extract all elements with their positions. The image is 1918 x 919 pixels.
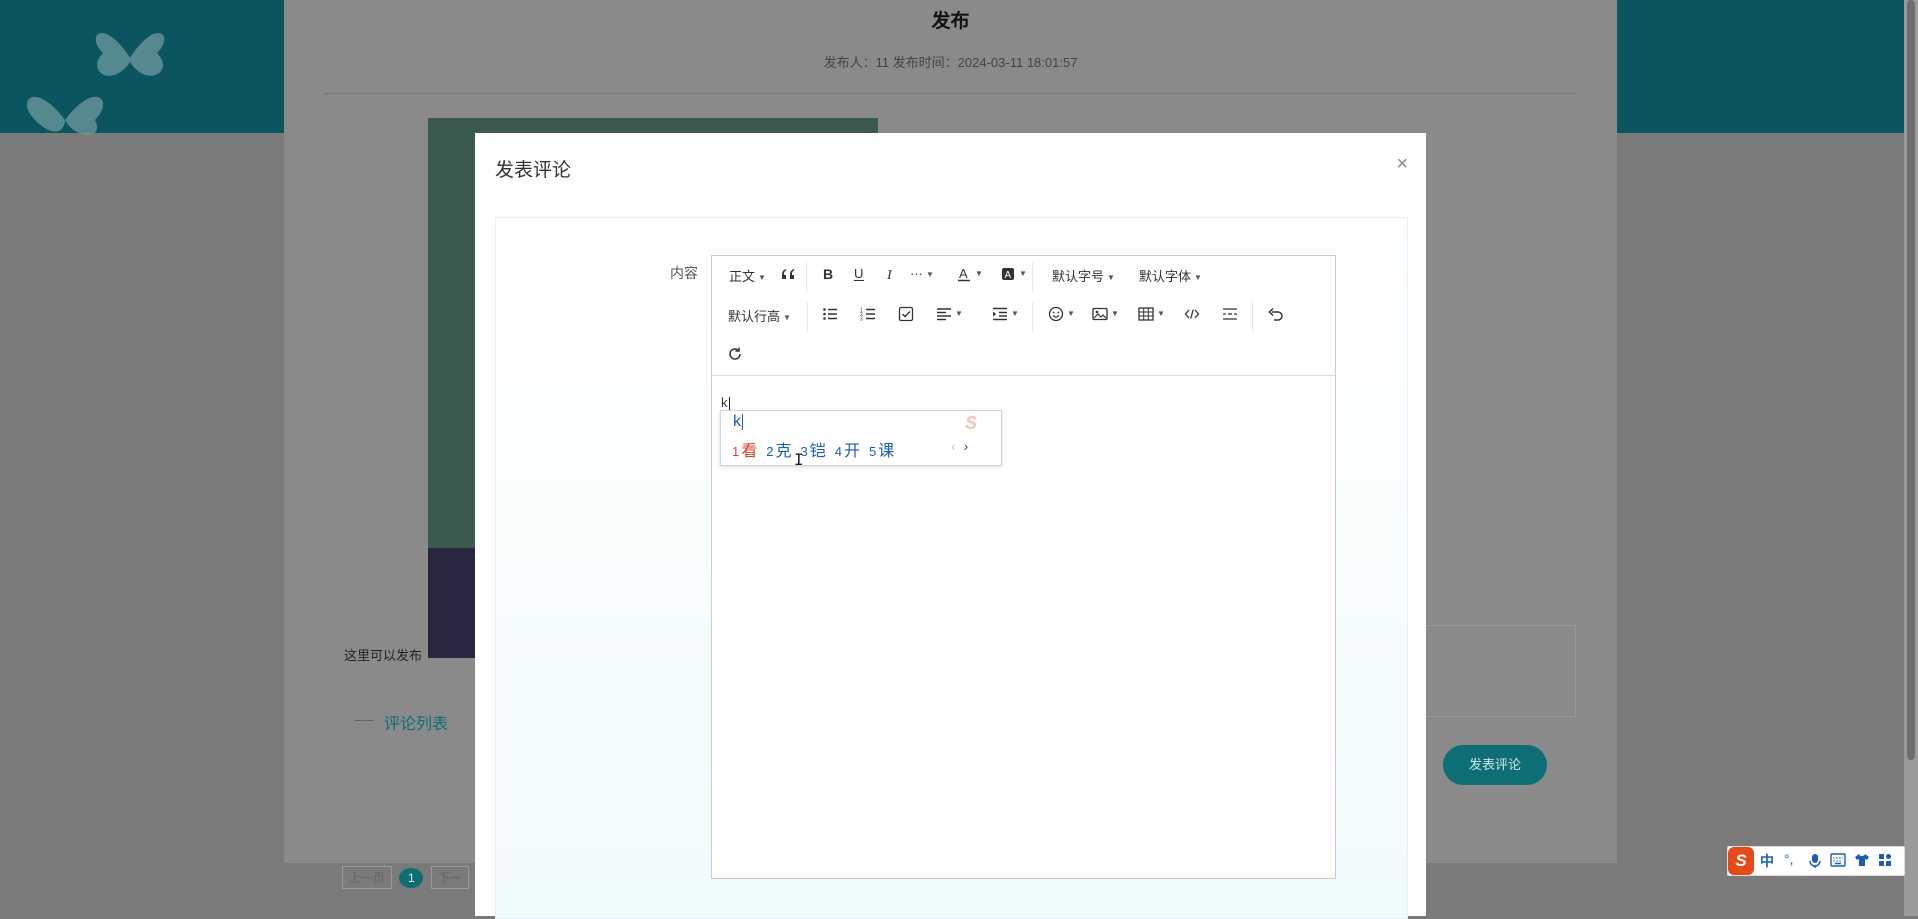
ime-punctuation-toggle[interactable]: °, bbox=[1784, 851, 1794, 867]
align-icon[interactable]: ▼ bbox=[936, 305, 963, 322]
ime-candidate[interactable]: 3铠 bbox=[801, 437, 826, 461]
page-1-button[interactable]: 1 bbox=[399, 868, 424, 888]
close-icon[interactable]: × bbox=[1396, 153, 1408, 176]
comment-dialog: 发表评论 × 内容 正文 ▼ B U I ··· ▼ A ▼ A ▼ 默认字号 ▼ 默认字… bbox=[475, 133, 1426, 919]
indent-icon[interactable]: ▼ bbox=[992, 305, 1019, 322]
microphone-icon[interactable] bbox=[1808, 853, 1822, 869]
ime-candidate[interactable]: 5课 bbox=[869, 437, 894, 461]
code-icon[interactable] bbox=[1184, 305, 1200, 322]
redo-icon[interactable] bbox=[727, 345, 743, 362]
toolbox-grid-icon[interactable] bbox=[1878, 853, 1892, 867]
ime-next-page-icon[interactable]: › bbox=[964, 438, 969, 454]
undo-icon[interactable] bbox=[1268, 305, 1284, 322]
heading-select[interactable]: 正文 ▼ bbox=[729, 266, 766, 285]
pagination: 上一页 1 下一 bbox=[342, 866, 473, 889]
background-color-icon[interactable]: A ▼ bbox=[1000, 265, 1027, 282]
content-label: 内容 bbox=[670, 265, 698, 281]
ime-composition-text: k bbox=[733, 413, 741, 430]
svg-text:I: I bbox=[886, 268, 893, 282]
editor-toolbar: 正文 ▼ B U I ··· ▼ A ▼ A ▼ 默认字号 ▼ 默认字体 ▼ 默认行高 ▼ 1… bbox=[712, 256, 1335, 376]
numbered-list-icon[interactable]: 123 bbox=[860, 305, 876, 322]
scrollbar-thumb[interactable] bbox=[1907, 0, 1915, 760]
svg-text:U: U bbox=[854, 266, 863, 281]
svg-text:B: B bbox=[823, 266, 833, 282]
bold-icon[interactable]: B bbox=[820, 265, 836, 282]
heading-label: 正文 bbox=[729, 269, 756, 284]
todo-icon[interactable] bbox=[898, 305, 914, 322]
font-size-label: 默认字号 bbox=[1052, 269, 1105, 284]
prev-page-button[interactable]: 上一页 bbox=[342, 866, 393, 889]
ime-status-bar: S 中 °, bbox=[1727, 846, 1905, 876]
article-body-text: 这里可以发布 bbox=[344, 648, 423, 663]
ime-candidate[interactable]: 2克 bbox=[766, 437, 791, 461]
italic-icon[interactable]: I bbox=[883, 265, 899, 283]
font-color-icon[interactable]: A ▼ bbox=[956, 265, 983, 282]
font-size-select[interactable]: 默认字号 ▼ bbox=[1052, 266, 1115, 285]
typed-text: k bbox=[721, 395, 728, 410]
article-title: 发布 bbox=[931, 11, 970, 32]
quote-icon[interactable] bbox=[781, 265, 797, 282]
bullet-list-icon[interactable] bbox=[822, 305, 838, 322]
dialog-form: 内容 正文 ▼ B U I ··· ▼ A ▼ A ▼ 默认字号 ▼ 默认字体 ▼ 默认行高… bbox=[495, 217, 1408, 919]
emoji-icon[interactable]: ▼ bbox=[1048, 305, 1075, 322]
line-height-select[interactable]: 默认行高 ▼ bbox=[728, 306, 791, 325]
ime-candidate-list: 1看 2克 3铠 4开 5课 bbox=[732, 437, 903, 461]
ime-candidate[interactable]: 4开 bbox=[835, 437, 860, 461]
ime-candidate[interactable]: 1看 bbox=[732, 437, 757, 461]
butterfly-decoration-icon bbox=[26, 96, 104, 135]
dialog-title: 发表评论 bbox=[495, 160, 572, 181]
keyboard-icon[interactable] bbox=[1830, 853, 1846, 867]
divider-icon[interactable] bbox=[1222, 305, 1238, 322]
ime-prev-page-icon[interactable]: ‹ bbox=[951, 438, 956, 454]
underline-icon[interactable]: U bbox=[851, 265, 867, 282]
ime-candidate-window: S k 1看2克3铠4开5课 ‹ › bbox=[720, 410, 1002, 466]
text-cursor-icon: I bbox=[794, 450, 804, 469]
svg-text:A: A bbox=[1005, 270, 1012, 281]
divider bbox=[324, 93, 1577, 94]
page-scrollbar[interactable] bbox=[1904, 0, 1918, 916]
font-family-select[interactable]: 默认字体 ▼ bbox=[1139, 266, 1202, 285]
svg-text:3: 3 bbox=[860, 316, 863, 322]
comment-list-tab[interactable]: 评论列表 bbox=[353, 710, 448, 734]
rich-text-editor: 正文 ▼ B U I ··· ▼ A ▼ A ▼ 默认字号 ▼ 默认字体 ▼ 默认行高 ▼ 1… bbox=[711, 255, 1336, 879]
article-meta: 发布人：11 发布时间：2024-03-11 18:01:57 bbox=[823, 55, 1078, 70]
next-page-button[interactable]: 下一 bbox=[430, 866, 469, 889]
sogou-logo-icon[interactable]: S bbox=[1728, 847, 1754, 875]
submit-comment-button-bg[interactable]: 发表评论 bbox=[1443, 745, 1547, 785]
line-height-label: 默认行高 bbox=[728, 309, 781, 324]
more-style-button[interactable]: ··· ▼ bbox=[910, 266, 934, 281]
more-label: ··· bbox=[910, 266, 923, 281]
ime-language-toggle[interactable]: 中 bbox=[1760, 851, 1774, 871]
svg-text:A: A bbox=[959, 266, 968, 281]
ime-watermark-logo: S bbox=[965, 413, 978, 433]
skin-shirt-icon[interactable] bbox=[1854, 853, 1870, 867]
font-family-label: 默认字体 bbox=[1139, 269, 1192, 284]
ime-page-nav: ‹ › bbox=[951, 438, 968, 454]
image-icon[interactable]: ▼ bbox=[1092, 305, 1119, 322]
table-icon[interactable]: ▼ bbox=[1138, 305, 1165, 322]
